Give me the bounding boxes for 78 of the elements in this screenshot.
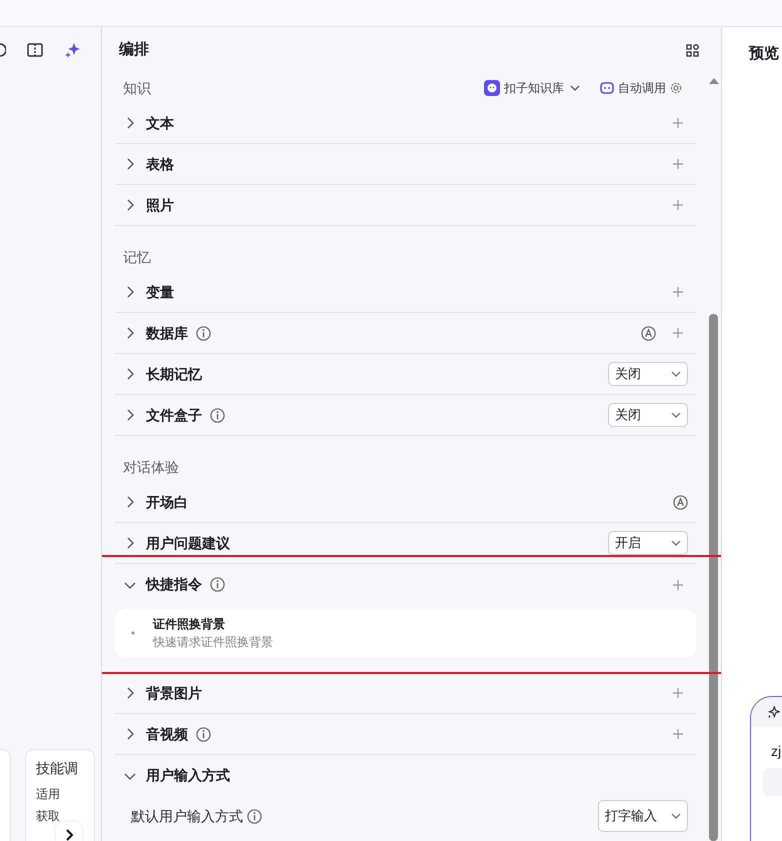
add-icon[interactable] <box>672 327 684 339</box>
settings-row[interactable]: 长期记忆 关闭 <box>115 354 696 395</box>
caret-icon <box>671 411 681 419</box>
settings-row[interactable]: 用户问题建议 开启 <box>115 523 696 564</box>
row-label: 音视频 <box>146 724 188 744</box>
command-title: 证件照换背景 <box>153 616 226 633</box>
call-mode-setting[interactable]: 自动调用 <box>600 79 682 97</box>
add-icon[interactable] <box>672 687 684 699</box>
info-icon[interactable] <box>196 726 211 742</box>
section-title: 对话体验 <box>123 458 179 476</box>
card-text: 适用 <box>36 786 61 803</box>
caret-icon <box>671 539 681 547</box>
layout-icon[interactable] <box>686 44 699 56</box>
settings-row[interactable]: 变量 <box>115 272 696 313</box>
card-title: 技能调 <box>36 759 79 778</box>
info-icon[interactable] <box>210 408 225 422</box>
select-field[interactable]: 打字输入 <box>598 800 688 832</box>
setting-label: 默认用户输入方式 <box>131 806 243 826</box>
settings-row[interactable]: 用户输入方式 <box>115 755 696 796</box>
robot-icon <box>600 82 614 94</box>
settings-row[interactable]: 音视频 <box>115 714 696 755</box>
next-button[interactable] <box>56 822 82 841</box>
skill-card[interactable]: 技能调 适用 获取 <box>25 749 95 841</box>
row-label: 照片 <box>146 196 174 215</box>
add-icon[interactable] <box>672 578 684 590</box>
settings-row[interactable]: 表格 <box>115 144 696 185</box>
sparkle-icon[interactable] <box>767 706 780 718</box>
gear-icon <box>670 82 682 94</box>
settings-row[interactable]: 文件盒子 关闭 <box>115 395 696 436</box>
row-label: 长期记忆 <box>146 364 202 384</box>
add-icon[interactable] <box>672 199 684 211</box>
info-icon[interactable] <box>247 808 262 824</box>
row-label: 文本 <box>146 114 174 132</box>
circled-a-icon[interactable] <box>673 494 688 510</box>
add-icon[interactable] <box>672 158 684 170</box>
panel-title: 预览 <box>749 45 779 62</box>
add-icon[interactable] <box>672 728 684 740</box>
settings-row[interactable]: 数据库 <box>115 313 696 354</box>
caret-icon <box>570 84 580 92</box>
bot-avatar-icon <box>484 80 500 96</box>
row-label: 用户问题建议 <box>146 534 230 552</box>
loading-icon <box>131 631 135 635</box>
add-icon[interactable] <box>672 286 684 298</box>
chat-text: zj <box>771 742 782 761</box>
caret-icon <box>671 812 681 820</box>
row-label: 文件盒子 <box>146 406 202 424</box>
select-field[interactable]: 关闭 <box>608 403 688 427</box>
select-field[interactable]: 开启 <box>608 531 688 555</box>
command-card[interactable]: 证件照换背景 快速请求证件照换背景 <box>115 609 696 657</box>
row-label: 数据库 <box>146 324 188 342</box>
circled-a-icon[interactable] <box>641 326 656 340</box>
section-title: 记忆 <box>123 248 151 266</box>
caret-icon <box>671 370 681 378</box>
select-field[interactable]: 关闭 <box>608 362 688 386</box>
knowledge-base-dropdown[interactable]: 扣子知识库 <box>484 79 580 97</box>
split-view-icon[interactable] <box>27 43 43 57</box>
row-label: 变量 <box>146 282 174 302</box>
setting-row[interactable]: 默认用户输入方式 打字输入 <box>115 796 696 836</box>
section-title: 知识 <box>123 78 151 98</box>
command-description: 快速请求证件照换背景 <box>153 634 273 651</box>
row-label: 快捷指令 <box>146 575 202 594</box>
scroll-up-icon[interactable] <box>707 76 721 86</box>
add-icon[interactable] <box>672 117 684 129</box>
settings-row[interactable]: 快捷指令 <box>115 564 696 605</box>
row-label: 开场白 <box>146 492 188 512</box>
row-label: 背景图片 <box>146 684 202 702</box>
row-label: 表格 <box>146 154 174 174</box>
settings-row[interactable]: 背景图片 <box>115 673 696 714</box>
card-text: 获取 <box>36 808 61 825</box>
sparkle-icon[interactable] <box>65 42 81 58</box>
info-icon[interactable] <box>196 326 211 340</box>
settings-row[interactable]: 照片 <box>115 185 696 226</box>
info-icon[interactable] <box>210 577 225 592</box>
settings-row[interactable]: 开场白 <box>115 482 696 523</box>
settings-row[interactable]: 文本 <box>115 103 696 144</box>
panel-title: 编排 <box>119 40 149 60</box>
chevron-right-icon <box>64 829 74 841</box>
row-label: 用户输入方式 <box>146 766 230 785</box>
